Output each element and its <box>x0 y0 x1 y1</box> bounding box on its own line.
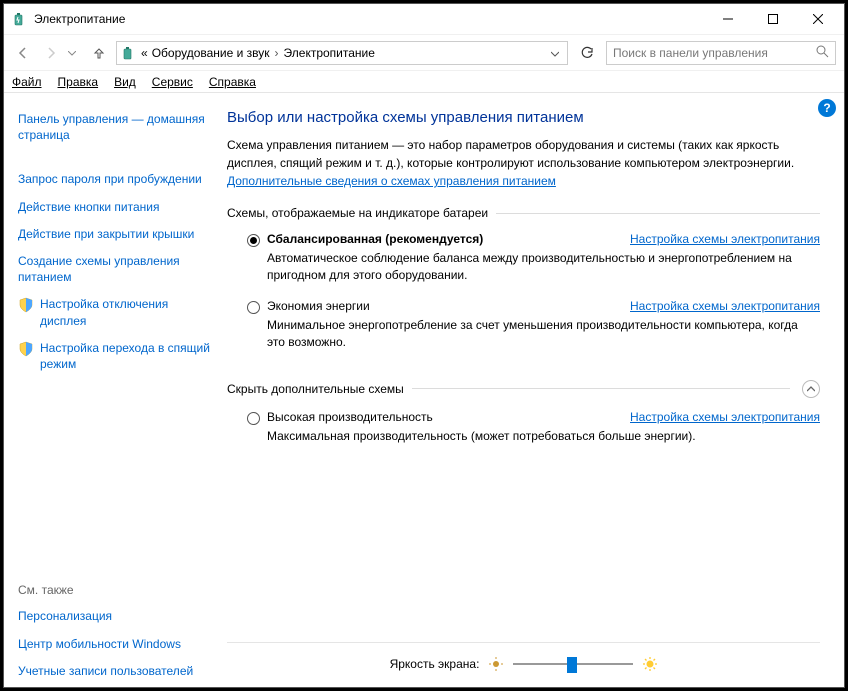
forward-button[interactable] <box>40 42 62 64</box>
brightness-label: Яркость экрана: <box>390 657 480 671</box>
address-bar: « Оборудование и звук › Электропитание П… <box>4 34 844 70</box>
sidebar-home[interactable]: Панель управления — домашняя страница <box>18 111 211 143</box>
brightness-bar: Яркость экрана: <box>227 642 820 679</box>
sidebar-power-button[interactable]: Действие кнопки питания <box>18 199 211 215</box>
plan-high-settings-link[interactable]: Настройка схемы электропитания <box>630 410 820 424</box>
menu-edit[interactable]: Правка <box>58 75 99 89</box>
plan-high: Высокая производительность Настройка схе… <box>227 410 820 445</box>
plan-high-desc: Максимальная производительность (может п… <box>267 428 820 445</box>
menubar: Файл Правка Вид Сервис Справка <box>4 70 844 92</box>
breadcrumb-level2[interactable]: Электропитание <box>284 46 375 60</box>
window-title: Электропитание <box>34 12 705 26</box>
sidebar-lid[interactable]: Действие при закрытии крышки <box>18 226 211 242</box>
menu-service[interactable]: Сервис <box>152 75 193 89</box>
intro-text: Схема управления питанием — это набор па… <box>227 136 820 190</box>
refresh-button[interactable] <box>574 41 600 65</box>
search-box[interactable]: Поиск в панели управления <box>606 41 836 65</box>
radio-high[interactable] <box>247 412 260 425</box>
power-options-icon <box>121 45 137 61</box>
sidebar: Панель управления — домашняя страница За… <box>4 93 219 687</box>
sun-bright-icon <box>643 657 657 671</box>
help-icon[interactable]: ? <box>818 99 836 117</box>
address-field[interactable]: « Оборудование и звук › Электропитание <box>116 41 568 65</box>
plan-balanced-desc: Автоматическое соблюдение баланса между … <box>267 250 820 285</box>
sidebar-password[interactable]: Запрос пароля при пробуждении <box>18 171 211 187</box>
plan-balanced: Сбалансированная (рекомендуется) Настрой… <box>227 232 820 285</box>
close-button[interactable] <box>795 5 840 33</box>
titlebar: Электропитание <box>4 4 844 34</box>
radio-saver[interactable] <box>247 301 260 314</box>
plan-balanced-settings-link[interactable]: Настройка схемы электропитания <box>630 232 820 246</box>
sun-dim-icon <box>489 657 503 671</box>
sidebar-sleep[interactable]: Настройка перехода в спящий режим <box>18 340 211 372</box>
sidebar-create-plan[interactable]: Создание схемы управления питанием <box>18 253 211 285</box>
window: Электропитание « Оборудование и звук › Э… <box>3 3 845 688</box>
group-additional-plans: Скрыть дополнительные схемы Высокая прои… <box>227 380 820 459</box>
group-battery-plans: Схемы, отображаемые на индикаторе батаре… <box>227 206 820 366</box>
plan-saver-desc: Минимальное энергопотребление за счет ум… <box>267 317 820 352</box>
maximize-button[interactable] <box>750 5 795 33</box>
recent-dropdown[interactable] <box>68 46 82 60</box>
radio-balanced[interactable] <box>247 234 260 247</box>
breadcrumb-prefix: « <box>141 46 148 60</box>
minimize-button[interactable] <box>705 5 750 33</box>
menu-view[interactable]: Вид <box>114 75 136 89</box>
plan-balanced-name[interactable]: Сбалансированная (рекомендуется) <box>267 232 630 246</box>
group2-title: Скрыть дополнительные схемы <box>227 382 404 396</box>
sidebar-personalization[interactable]: Персонализация <box>18 608 211 624</box>
intro-link[interactable]: Дополнительные сведения о схемах управле… <box>227 174 556 188</box>
breadcrumb-level1[interactable]: Оборудование и звук <box>152 46 270 60</box>
sidebar-mobility[interactable]: Центр мобильности Windows <box>18 636 211 652</box>
shield-icon <box>18 341 34 357</box>
see-also-heading: См. также <box>18 583 211 597</box>
sidebar-display-off[interactable]: Настройка отключения дисплея <box>18 296 211 328</box>
group1-title: Схемы, отображаемые на индикаторе батаре… <box>227 206 488 220</box>
plan-high-name[interactable]: Высокая производительность <box>267 410 630 424</box>
main-content: ? Выбор или настройка схемы управления п… <box>219 93 844 687</box>
chevron-right-icon: › <box>274 46 280 60</box>
collapse-button[interactable] <box>802 380 820 398</box>
sidebar-accounts[interactable]: Учетные записи пользователей <box>18 663 211 679</box>
search-placeholder: Поиск в панели управления <box>613 46 816 60</box>
search-icon <box>816 45 829 61</box>
plan-saver-name[interactable]: Экономия энергии <box>267 299 630 313</box>
menu-file[interactable]: Файл <box>12 75 42 89</box>
plan-saver: Экономия энергии Настройка схемы электро… <box>227 299 820 352</box>
page-title: Выбор или настройка схемы управления пит… <box>227 109 820 126</box>
back-button[interactable] <box>12 42 34 64</box>
brightness-slider[interactable] <box>513 655 633 673</box>
shield-icon <box>18 297 34 313</box>
slider-thumb[interactable] <box>567 657 577 673</box>
power-options-icon <box>12 11 28 27</box>
plan-saver-settings-link[interactable]: Настройка схемы электропитания <box>630 299 820 313</box>
up-button[interactable] <box>88 42 110 64</box>
address-dropdown[interactable] <box>547 46 563 60</box>
menu-help[interactable]: Справка <box>209 75 256 89</box>
